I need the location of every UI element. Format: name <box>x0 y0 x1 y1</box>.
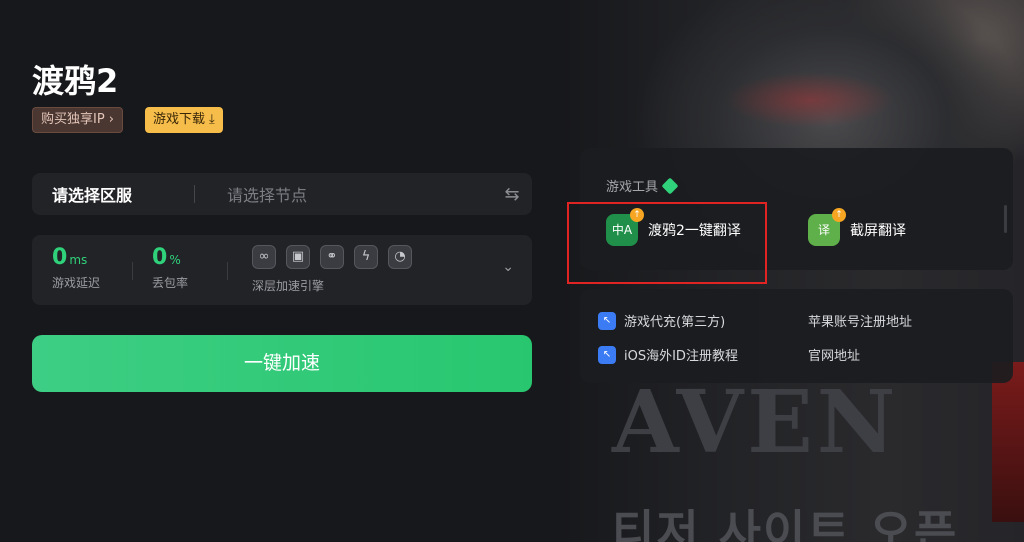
buy-exclusive-ip-button[interactable]: 购买独享IP › <box>32 107 123 133</box>
scrollbar[interactable] <box>1004 205 1007 233</box>
nodes-icon[interactable]: ⚭ <box>320 245 344 269</box>
screenshot-icon-text: 译 <box>817 223 830 237</box>
screenshot-translate-icon: 译 ↑ <box>808 208 846 246</box>
download-label: 游戏下载 <box>153 112 206 127</box>
gauge-icon[interactable]: ◔ <box>388 245 412 269</box>
engine-icons: ∞ ▣ ⚭ ϟ ◔ <box>252 245 412 269</box>
tools-title: 游戏工具 <box>606 176 679 195</box>
tools-title-text: 游戏工具 <box>606 180 659 195</box>
latency-stat: 0 ms 游戏延迟 <box>52 245 100 291</box>
game-download-button[interactable]: 游戏下载 ⤓ <box>145 107 223 133</box>
buy-ip-label: 购买独享IP <box>41 112 105 127</box>
tool-label: 截屏翻译 <box>850 223 906 239</box>
bolt-icon[interactable]: ϟ <box>354 245 378 269</box>
link-ios-tutorial[interactable]: ↖ iOS海外ID注册教程 <box>598 345 738 364</box>
server-selector: 请选择区服 请选择节点 ⇆ <box>32 173 532 215</box>
loss-unit: % <box>169 253 181 267</box>
link-game-topup[interactable]: ↖ 游戏代充(第三方) <box>598 311 725 330</box>
background-logo-text: AVEN <box>612 372 900 473</box>
boost-button[interactable]: 一键加速 <box>32 335 532 392</box>
packet-loss-stat: 0% 丢包率 <box>152 245 188 291</box>
cursor-icon: ↖ <box>598 345 616 364</box>
link-label: 官网地址 <box>808 349 861 364</box>
region-select[interactable]: 请选择区服 <box>32 182 194 206</box>
divider <box>227 262 228 280</box>
swap-icon[interactable]: ⇆ <box>492 184 532 205</box>
download-icon: ⤓ <box>209 112 215 127</box>
cursor-icon: ↖ <box>598 311 616 330</box>
cube-icon <box>661 177 679 194</box>
link-label: iOS海外ID注册教程 <box>624 349 738 364</box>
stats-panel: 0 ms 游戏延迟 0% 丢包率 ∞ ▣ ⚭ ϟ ◔ 深层加速引擎 ⌄ <box>32 235 532 305</box>
screenshot-translate-tool[interactable]: 译 ↑ 截屏翻译 <box>808 208 906 246</box>
link-label: 游戏代充(第三方) <box>624 315 726 330</box>
highlight-box <box>567 202 767 284</box>
chevron-right-icon: › <box>108 112 114 127</box>
loss-value: 0 <box>152 245 168 270</box>
engine-label: 深层加速引擎 <box>252 279 325 293</box>
latency-unit: ms <box>69 253 88 267</box>
links-panel: ↖ 游戏代充(第三方) 苹果账号注册地址 ↖ iOS海外ID注册教程 官网地址 <box>580 289 1013 383</box>
upgrade-badge-icon: ↑ <box>832 208 846 222</box>
link-official-site[interactable]: 官网地址 <box>808 345 860 364</box>
latency-value: 0 <box>52 245 68 270</box>
game-title: 渡鸦2 <box>32 62 119 100</box>
chevron-down-icon[interactable]: ⌄ <box>502 259 514 275</box>
background-korean-text: 티저 사이트 오픈 <box>612 505 959 542</box>
link-label: 苹果账号注册地址 <box>808 315 913 330</box>
node-select[interactable]: 请选择节点 <box>195 182 492 206</box>
background-red-banner <box>992 362 1024 522</box>
latency-label: 游戏延迟 <box>52 276 101 290</box>
window-icon[interactable]: ▣ <box>286 245 310 269</box>
link-icon[interactable]: ∞ <box>252 245 276 269</box>
link-apple-account[interactable]: 苹果账号注册地址 <box>808 311 912 330</box>
divider <box>132 262 133 280</box>
loss-label: 丢包率 <box>152 276 189 290</box>
